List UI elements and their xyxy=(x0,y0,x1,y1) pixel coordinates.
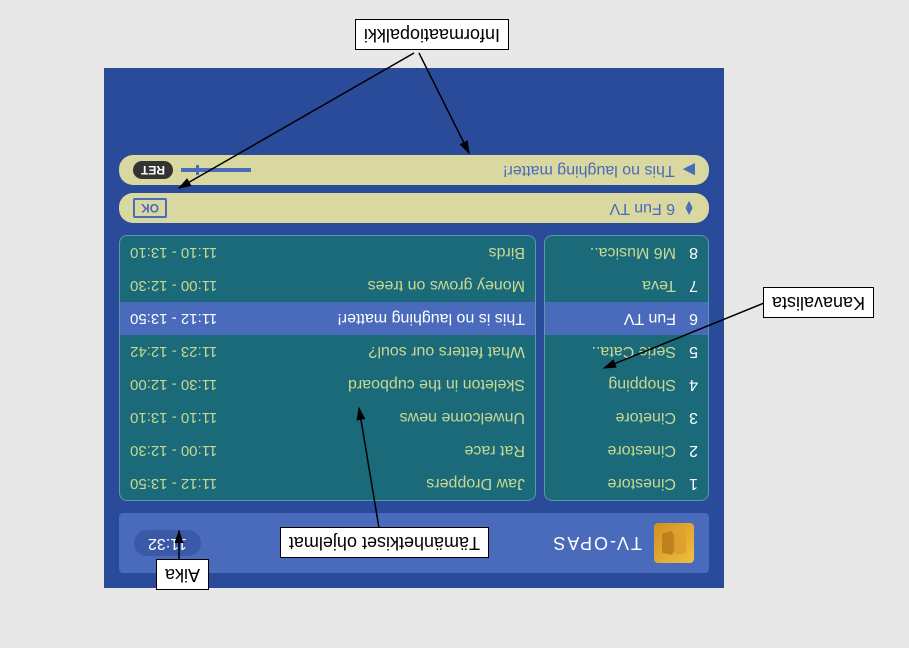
channel-row[interactable]: 7Teva xyxy=(545,269,708,302)
program-name: This is no laughing matter! xyxy=(225,310,525,328)
channel-name: M6 Musica.. xyxy=(555,244,676,262)
channel-name: Cinestore xyxy=(555,475,676,493)
program-name: Jaw Droppers xyxy=(225,475,525,493)
program-time: 11:30 - 12:00 xyxy=(130,376,217,393)
channel-number: 8 xyxy=(676,244,698,262)
channel-row[interactable]: 4Shopping xyxy=(545,368,708,401)
program-time: 11:00 - 12:30 xyxy=(130,442,217,459)
callout-kanavalista: Kanavalista xyxy=(763,287,874,318)
callout-ohjelmat: Tämänhetkiset ohjelmat xyxy=(280,527,489,558)
program-time: 11:23 - 12:42 xyxy=(130,343,217,360)
channel-name: Teva xyxy=(555,277,676,295)
program-time: 11:10 - 13:10 xyxy=(130,244,217,261)
ok-button[interactable]: OK xyxy=(133,198,167,218)
program-name: Rat race xyxy=(225,442,525,460)
program-row[interactable]: Skeleton in the cupboard 11:30 - 12:00 xyxy=(120,368,535,401)
program-row[interactable]: Birds 11:10 - 13:10 xyxy=(120,236,535,269)
program-row[interactable]: This is no laughing matter! 11:12 - 13:50 xyxy=(120,302,535,335)
progress-bar xyxy=(181,168,251,172)
channel-number: 2 xyxy=(676,442,698,460)
program-time: 11:12 - 13:50 xyxy=(130,475,217,492)
channel-row[interactable]: 1Cinestore xyxy=(545,467,708,500)
program-name: What fetters our soul? xyxy=(225,343,525,361)
program-name: Money grows on trees xyxy=(225,277,525,295)
program-name: Skeleton in the cupboard xyxy=(225,376,525,394)
program-row[interactable]: Unwelcome news 11:10 - 13:10 xyxy=(120,401,535,434)
program-name: Unwelcome news xyxy=(225,409,525,427)
channel-number: 4 xyxy=(676,376,698,394)
info-program-text: This no laughing matter! xyxy=(259,161,675,179)
program-time: 11:12 - 13:50 xyxy=(130,310,217,327)
program-time: 11:00 - 12:30 xyxy=(130,277,217,294)
info-channel-text: 6 Fun TV xyxy=(167,199,675,217)
channel-number: 7 xyxy=(676,277,698,295)
tv-guide-screen: TV-OPAS 11:32 1Cinestore2Cinestore3Cinet… xyxy=(104,68,724,588)
program-time: 11:10 - 13:10 xyxy=(130,409,217,426)
channel-row[interactable]: 5Serie Cata.. xyxy=(545,335,708,368)
program-row[interactable]: Jaw Droppers 11:12 - 13:50 xyxy=(120,467,535,500)
channel-row[interactable]: 3Cinetore xyxy=(545,401,708,434)
info-bar-program: ▶ This no laughing matter! RET xyxy=(119,155,709,185)
ret-button[interactable]: RET xyxy=(133,161,173,179)
channel-number: 1 xyxy=(676,475,698,493)
updown-arrows-icon: ▲▼ xyxy=(683,201,695,215)
channel-list[interactable]: 1Cinestore2Cinestore3Cinetore4Shopping5S… xyxy=(544,235,709,501)
program-name: Birds xyxy=(225,244,525,262)
list-area: 1Cinestore2Cinestore3Cinetore4Shopping5S… xyxy=(119,235,709,501)
channel-name: Serie Cata.. xyxy=(555,343,676,361)
program-row[interactable]: Money grows on trees 11:00 - 12:30 xyxy=(120,269,535,302)
callout-infopalkki: Informaatiopalkki xyxy=(355,19,509,50)
play-icon: ▶ xyxy=(683,160,695,180)
info-bar-channel: ▲▼ 6 Fun TV OK xyxy=(119,193,709,223)
channel-name: Cinetore xyxy=(555,409,676,427)
program-list[interactable]: Jaw Droppers 11:12 - 13:50 Rat race 11:00 -… xyxy=(119,235,536,501)
channel-number: 6 xyxy=(676,310,698,328)
channel-name: Fun TV xyxy=(555,310,676,328)
channel-name: Cinestore xyxy=(555,442,676,460)
channel-row[interactable]: 8M6 Musica.. xyxy=(545,236,708,269)
clock-time: 11:32 xyxy=(134,530,201,556)
channel-row[interactable]: 2Cinestore xyxy=(545,434,708,467)
callout-aika: Aika xyxy=(156,559,209,590)
channel-name: Shopping xyxy=(555,376,676,394)
channel-number: 5 xyxy=(676,343,698,361)
program-row[interactable]: Rat race 11:00 - 12:30 xyxy=(120,434,535,467)
program-row[interactable]: What fetters our soul? 11:23 - 12:42 xyxy=(120,335,535,368)
channel-number: 3 xyxy=(676,409,698,427)
channel-row[interactable]: 6Fun TV xyxy=(545,302,708,335)
book-icon xyxy=(654,523,694,563)
